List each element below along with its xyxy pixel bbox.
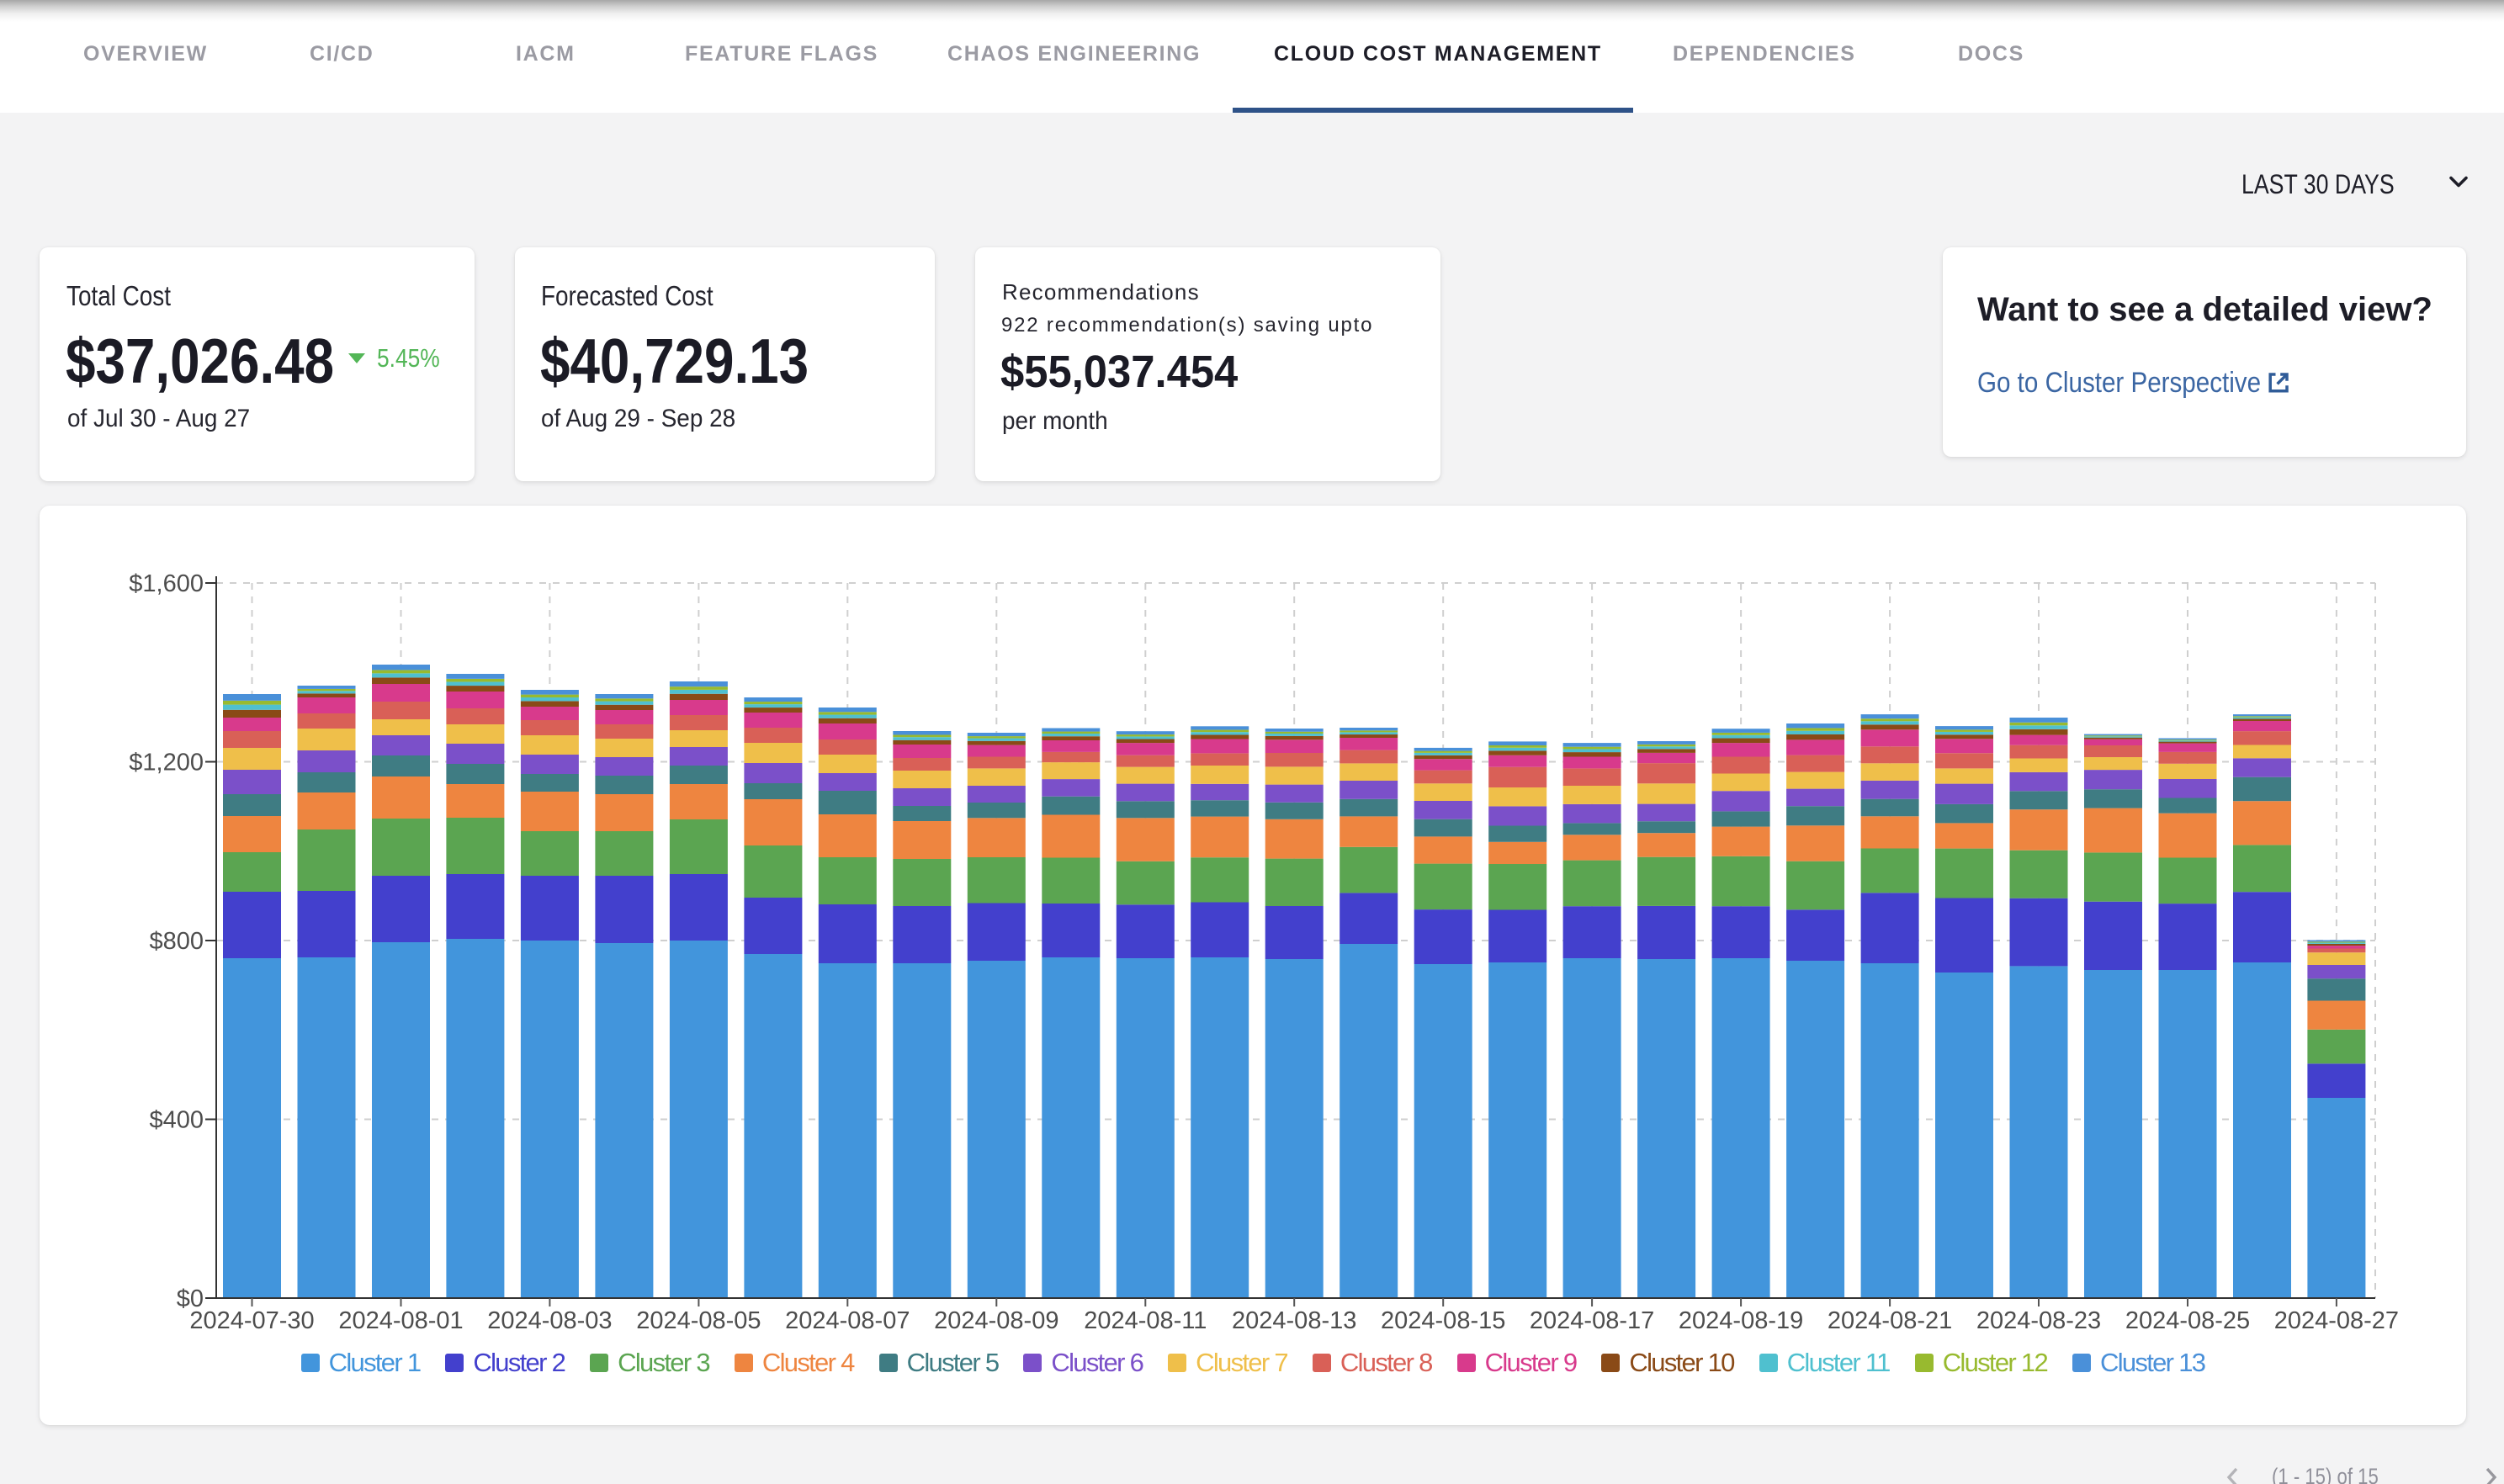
svg-text:2024-08-19: 2024-08-19 [1679, 1307, 1803, 1334]
svg-text:2024-08-13: 2024-08-13 [1232, 1307, 1356, 1334]
svg-text:$1,200: $1,200 [129, 750, 204, 776]
svg-text:2024-08-23: 2024-08-23 [1976, 1307, 2101, 1334]
svg-text:2024-08-05: 2024-08-05 [636, 1307, 761, 1334]
svg-text:2024-08-01: 2024-08-01 [338, 1307, 463, 1334]
svg-text:$400: $400 [149, 1107, 204, 1134]
svg-text:2024-08-27: 2024-08-27 [2274, 1307, 2399, 1334]
svg-text:2024-07-30: 2024-07-30 [189, 1307, 314, 1334]
svg-text:2024-08-07: 2024-08-07 [785, 1307, 910, 1334]
svg-text:2024-08-03: 2024-08-03 [487, 1307, 612, 1334]
svg-text:2024-08-11: 2024-08-11 [1084, 1307, 1207, 1334]
svg-text:2024-08-21: 2024-08-21 [1828, 1307, 1952, 1334]
svg-text:$800: $800 [149, 928, 204, 955]
svg-text:2024-08-17: 2024-08-17 [1530, 1307, 1654, 1334]
svg-text:$1,600: $1,600 [129, 570, 204, 597]
svg-text:2024-08-09: 2024-08-09 [934, 1307, 1058, 1334]
svg-text:2024-08-25: 2024-08-25 [2125, 1307, 2250, 1334]
svg-text:2024-08-15: 2024-08-15 [1381, 1307, 1505, 1334]
